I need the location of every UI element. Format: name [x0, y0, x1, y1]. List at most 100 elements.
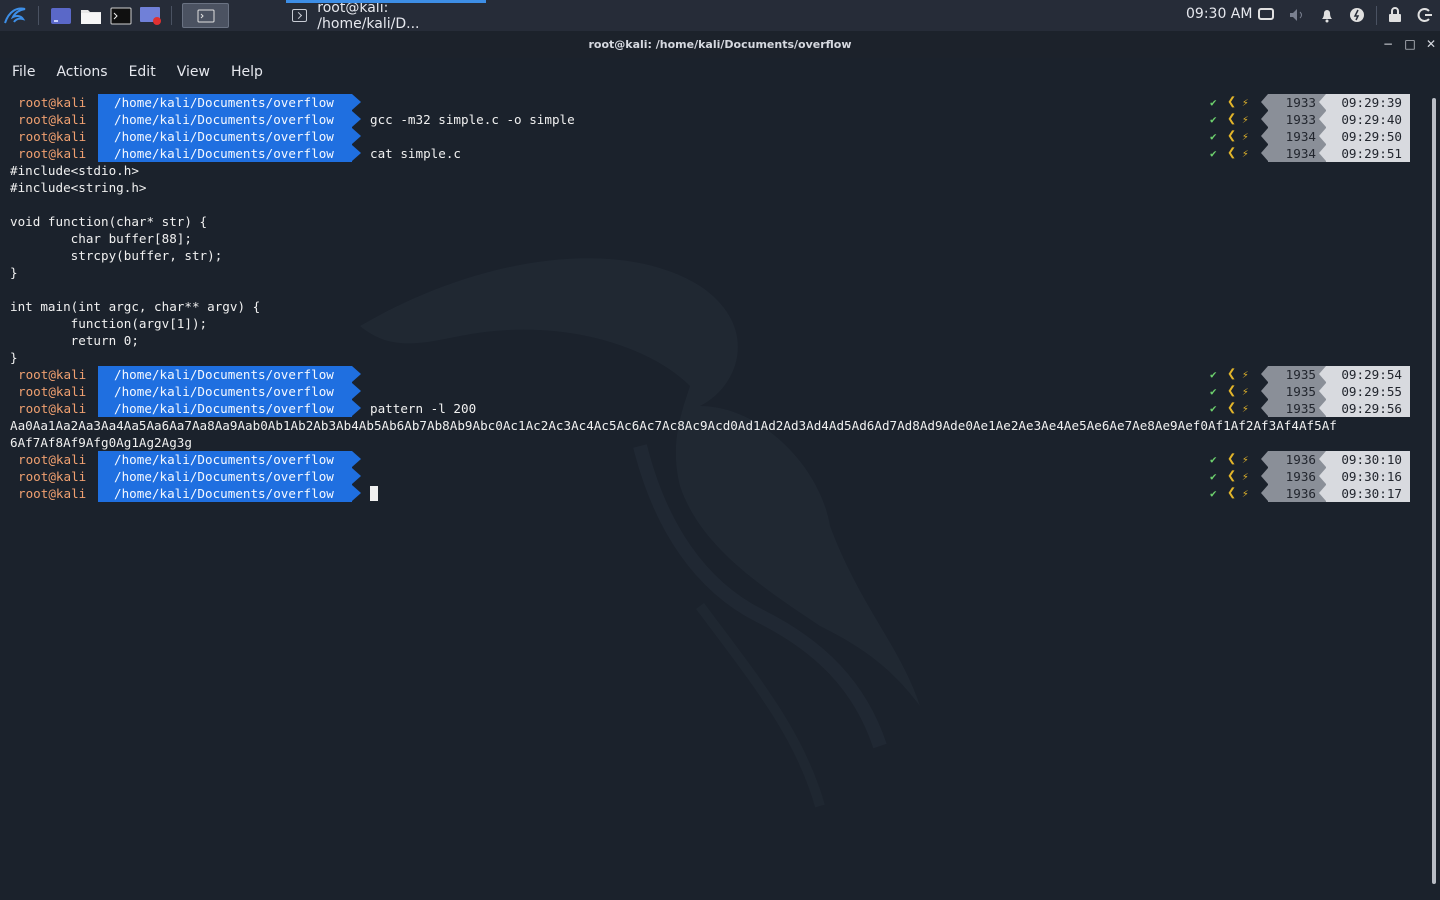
- taskbar: root@kali: /home/kali/D... 09:30 AM: [0, 0, 1440, 32]
- source-code-line: #include<stdio.h>: [10, 163, 139, 178]
- status-ok-icon: ✔: [1210, 402, 1217, 415]
- status-ok-icon: ✔: [1210, 385, 1217, 398]
- window-task-terminal[interactable]: root@kali: /home/kali/D...: [286, 0, 486, 32]
- prompt-line: root@kali/home/kali/Documents/overflow ✔ ❮…: [0, 450, 1428, 468]
- clock[interactable]: 09:30 AM: [1186, 6, 1252, 22]
- prompt-path: /home/kali/Documents/overflow: [98, 468, 361, 485]
- history-number: 1936: [1261, 451, 1326, 468]
- prompt-user: root@kali: [18, 384, 87, 399]
- separator-chevron-icon: ❮: [1227, 483, 1237, 501]
- pattern-output-line: 6Af7Af8Af9Afg0Ag1Ag2Ag3g: [10, 435, 192, 450]
- history-number: 1936: [1261, 468, 1326, 485]
- prompt-path: /home/kali/Documents/overflow: [98, 451, 361, 468]
- separator-chevron-icon: ❮: [1227, 364, 1237, 382]
- root-bolt-icon: ⚡: [1242, 96, 1249, 109]
- source-code-line: strcpy(buffer, str);: [10, 248, 223, 263]
- prompt-user: root@kali: [18, 95, 87, 110]
- pattern-output-line: Aa0Aa1Aa2Aa3Aa4Aa5Aa6Aa7Aa8Aa9Aab0Ab1Ab2…: [10, 418, 1337, 433]
- root-bolt-icon: ⚡: [1242, 402, 1249, 415]
- source-code-line: char buffer[88];: [10, 231, 192, 246]
- command-timestamp: 09:29:51: [1319, 145, 1410, 162]
- command-timestamp: 09:30:10: [1319, 451, 1410, 468]
- source-code-line: int main(int argc, char** argv) {: [10, 299, 261, 314]
- history-number: 1934: [1261, 145, 1326, 162]
- menu-help[interactable]: Help: [231, 64, 263, 80]
- terminal-cursor[interactable]: [370, 486, 378, 501]
- source-code-line: }: [10, 350, 18, 365]
- prompt-path: /home/kali/Documents/overflow: [98, 366, 361, 383]
- prompt-path: /home/kali/Documents/overflow: [98, 145, 361, 162]
- close-button[interactable]: ✕: [1421, 31, 1440, 58]
- prompt-user: root@kali: [18, 452, 87, 467]
- separator-chevron-icon: ❮: [1227, 126, 1237, 144]
- command-text: pattern -l 200: [370, 401, 477, 416]
- history-number: 1936: [1261, 485, 1326, 502]
- active-terminal-task[interactable]: [182, 3, 229, 28]
- display-icon[interactable]: [1257, 6, 1275, 24]
- minimize-button[interactable]: −: [1378, 31, 1398, 58]
- prompt-user: root@kali: [18, 469, 87, 484]
- notification-bell-icon[interactable]: [1318, 6, 1336, 24]
- prompt-path: /home/kali/Documents/overflow: [98, 485, 361, 502]
- prompt-line: root@kali/home/kali/Documents/overflow ca…: [0, 143, 1428, 162]
- separator-chevron-icon: ❮: [1227, 398, 1237, 416]
- history-number: 1934: [1261, 128, 1326, 145]
- menubar: File Actions Edit View Help: [0, 58, 1440, 86]
- root-bolt-icon: ⚡: [1242, 385, 1249, 398]
- prompt-line: root@kali/home/kali/Documents/overflow pa…: [0, 398, 1428, 417]
- taskbar-separator: [38, 6, 39, 25]
- status-ok-icon: ✔: [1210, 487, 1217, 500]
- history-number: 1933: [1261, 94, 1326, 111]
- terminal-scrollbar[interactable]: [1428, 86, 1440, 900]
- prompt-user: root@kali: [18, 367, 87, 382]
- source-code-line: void function(char* str) {: [10, 214, 208, 229]
- status-ok-icon: ✔: [1210, 147, 1217, 160]
- menu-actions[interactable]: Actions: [56, 64, 107, 80]
- history-number: 1935: [1261, 383, 1326, 400]
- logout-icon[interactable]: [1416, 6, 1434, 24]
- file-manager-icon[interactable]: [78, 3, 104, 28]
- lock-icon[interactable]: [1386, 6, 1404, 24]
- maximize-button[interactable]: □: [1400, 31, 1420, 58]
- window-task-label: root@kali: /home/kali/D...: [317, 0, 420, 32]
- separator-chevron-icon: ❮: [1227, 143, 1237, 161]
- kali-dragon-icon[interactable]: [2, 3, 28, 28]
- screen-recorder-icon[interactable]: [138, 3, 164, 28]
- workspace-icon[interactable]: [48, 3, 74, 28]
- root-bolt-icon: ⚡: [1242, 487, 1249, 500]
- taskbar-separator: [171, 6, 172, 25]
- prompt-line: root@kali/home/kali/Documents/overflow ✔ ❮…: [0, 126, 1428, 145]
- menu-file[interactable]: File: [12, 64, 35, 80]
- prompt-path: /home/kali/Documents/overflow: [98, 111, 361, 128]
- prompt-user: root@kali: [18, 146, 87, 161]
- prompt-line: root@kali/home/kali/Documents/overflow ✔ ❮…: [0, 483, 1428, 502]
- status-ok-icon: ✔: [1210, 96, 1217, 109]
- separator-chevron-icon: ❮: [1227, 381, 1237, 399]
- status-ok-icon: ✔: [1210, 453, 1217, 466]
- command-timestamp: 09:29:56: [1319, 400, 1410, 417]
- root-bolt-icon: ⚡: [1242, 470, 1249, 483]
- status-ok-icon: ✔: [1210, 470, 1217, 483]
- root-bolt-icon: ⚡: [1242, 113, 1249, 126]
- source-code-line: }: [10, 265, 18, 280]
- volume-icon[interactable]: [1288, 6, 1306, 24]
- scrollbar-thumb[interactable]: [1432, 98, 1436, 884]
- prompt-user: root@kali: [18, 129, 87, 144]
- prompt-line: root@kali/home/kali/Documents/overflow ✔ ❮…: [0, 93, 1428, 111]
- command-timestamp: 09:29:40: [1319, 111, 1410, 128]
- menu-edit[interactable]: Edit: [129, 64, 156, 80]
- terminal-icon[interactable]: [108, 3, 134, 28]
- prompt-line: root@kali/home/kali/Documents/overflow gc…: [0, 109, 1428, 128]
- prompt-line: root@kali/home/kali/Documents/overflow ✔ ❮…: [0, 467, 1428, 485]
- separator-chevron-icon: ❮: [1227, 109, 1237, 127]
- menu-view[interactable]: View: [177, 64, 210, 80]
- status-ok-icon: ✔: [1210, 368, 1217, 381]
- taskbar-separator: [1376, 6, 1377, 25]
- power-manager-icon[interactable]: [1348, 6, 1366, 24]
- prompt-user: root@kali: [18, 401, 87, 416]
- status-ok-icon: ✔: [1210, 113, 1217, 126]
- command-timestamp: 09:29:50: [1319, 128, 1410, 145]
- root-bolt-icon: ⚡: [1242, 368, 1249, 381]
- terminal-output[interactable]: root@kali/home/kali/Documents/overflow ✔ ❮…: [0, 86, 1428, 900]
- prompt-path: /home/kali/Documents/overflow: [98, 94, 361, 111]
